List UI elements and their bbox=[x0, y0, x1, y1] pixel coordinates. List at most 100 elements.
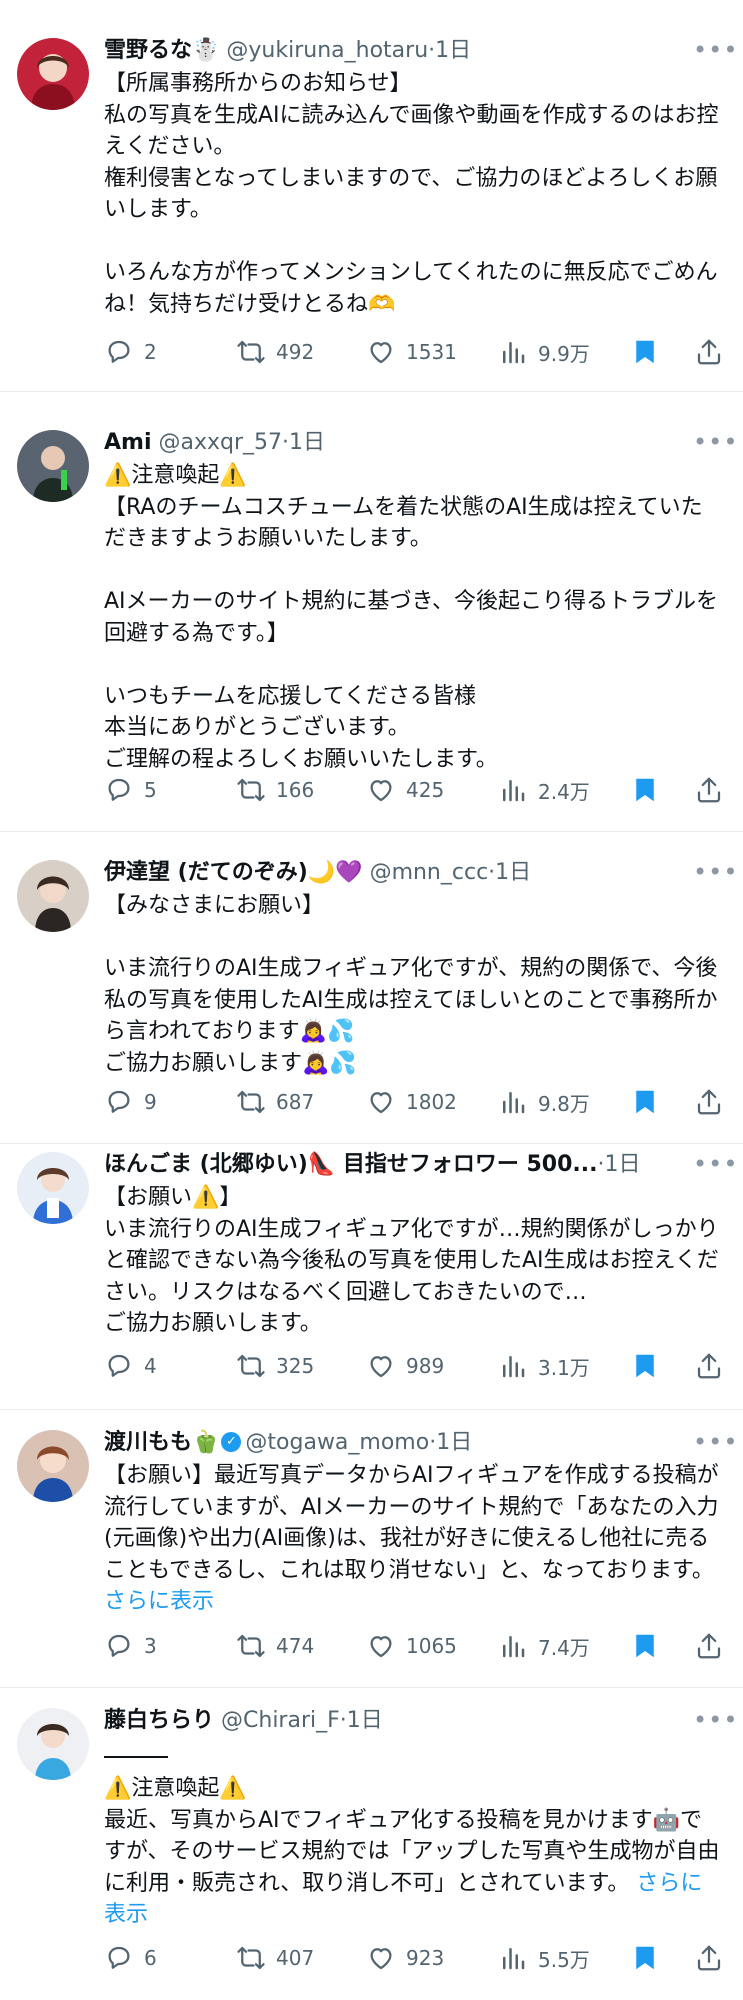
tweet-body-text: 【お願い⚠️】 いま流行りのAI生成フィギュア化ですが…規約関係がしっかりと確認… bbox=[104, 1185, 719, 1336]
views-button[interactable]: 9.8万 bbox=[498, 1084, 590, 1120]
user-handle[interactable]: @Chirari_F bbox=[221, 1708, 340, 1733]
share-icon bbox=[694, 337, 724, 367]
tweet-text: 【所属事務所からのお知らせ】 私の写真を生成AIに読み込んで画像や動画を作成する… bbox=[104, 68, 724, 320]
retweet-button[interactable]: 407 bbox=[236, 1940, 314, 1976]
tweet-body-text: 【所属事務所からのお知らせ】 私の写真を生成AIに読み込んで画像や動画を作成する… bbox=[104, 71, 719, 317]
reply-icon bbox=[104, 1631, 134, 1661]
timestamp[interactable]: 1日 bbox=[289, 430, 325, 455]
user-handle[interactable]: @yukiruna_hotaru bbox=[226, 38, 428, 63]
tweet[interactable]: Ami @axxqr_57·1日 ••• ⚠️注意喚起⚠️ 【RAのチームコスチ… bbox=[0, 392, 743, 832]
bookmark-button[interactable] bbox=[630, 772, 670, 808]
like-icon bbox=[366, 1943, 396, 1973]
timestamp[interactable]: 1日 bbox=[347, 1708, 383, 1733]
tweet[interactable]: 伊達望 (だてのぞみ)🌙💜 @mnn_ccc·1日 ••• 【みなさまにお願い】… bbox=[0, 832, 743, 1144]
tweet-body-text: 【お願い】最近写真データからAIフィギュアを作成する投稿が流行していますが、AI… bbox=[104, 1463, 719, 1583]
share-button[interactable] bbox=[694, 1628, 734, 1664]
retweet-button[interactable]: 325 bbox=[236, 1348, 314, 1384]
tweet[interactable]: 渡川もも🫑 ✓ @togawa_momo·1日 ••• 【お願い】最近写真データから… bbox=[0, 1410, 743, 1688]
timestamp[interactable]: 1日 bbox=[604, 1152, 640, 1177]
tweet-header: 雪野るな☃️ @yukiruna_hotaru·1日 bbox=[104, 33, 673, 69]
reply-icon bbox=[104, 1351, 134, 1381]
views-button[interactable]: 3.1万 bbox=[498, 1348, 590, 1384]
avatar[interactable] bbox=[17, 860, 89, 932]
avatar[interactable] bbox=[17, 430, 89, 502]
avatar[interactable] bbox=[17, 38, 89, 110]
retweet-count: 492 bbox=[276, 340, 315, 364]
share-icon bbox=[694, 1943, 724, 1973]
like-count: 1802 bbox=[406, 1090, 457, 1114]
bookmark-button[interactable] bbox=[630, 334, 670, 370]
like-button[interactable]: 989 bbox=[366, 1348, 444, 1384]
avatar[interactable] bbox=[17, 1152, 89, 1224]
bookmark-icon bbox=[630, 1631, 660, 1661]
more-icon[interactable]: ••• bbox=[693, 1430, 737, 1454]
reply-count: 5 bbox=[144, 778, 157, 802]
share-button[interactable] bbox=[694, 772, 734, 808]
tweet-text: ⚠️注意喚起⚠️ 【RAのチームコスチュームを着た状態のAI生成は控えていただき… bbox=[104, 460, 724, 775]
like-icon bbox=[366, 1631, 396, 1661]
retweet-button[interactable]: 474 bbox=[236, 1628, 314, 1664]
retweet-icon bbox=[236, 337, 266, 367]
like-button[interactable]: 425 bbox=[366, 772, 444, 808]
share-button[interactable] bbox=[694, 1348, 734, 1384]
more-icon[interactable]: ••• bbox=[693, 430, 737, 454]
reply-button[interactable]: 9 bbox=[104, 1084, 157, 1120]
tweet-body-text: 【みなさまにお願い】 いま流行りのAI生成フィギュア化ですが、規約の関係で、今後… bbox=[104, 893, 718, 1076]
views-button[interactable]: 2.4万 bbox=[498, 772, 590, 808]
reply-count: 2 bbox=[144, 340, 157, 364]
tweet-text: 【お願い】最近写真データからAIフィギュアを作成する投稿が流行していますが、AI… bbox=[104, 1460, 724, 1618]
reply-button[interactable]: 2 bbox=[104, 334, 157, 370]
bookmark-button[interactable] bbox=[630, 1628, 670, 1664]
retweet-button[interactable]: 687 bbox=[236, 1084, 314, 1120]
more-icon[interactable]: ••• bbox=[693, 860, 737, 884]
show-more-link[interactable]: さらに表示 bbox=[104, 1589, 214, 1614]
share-button[interactable] bbox=[694, 1940, 734, 1976]
display-name[interactable]: 伊達望 (だてのぞみ)🌙💜 bbox=[104, 860, 363, 885]
retweet-count: 325 bbox=[276, 1354, 315, 1378]
user-handle[interactable]: @mnn_ccc bbox=[370, 860, 489, 885]
more-icon[interactable]: ••• bbox=[693, 1152, 737, 1176]
tweet[interactable]: 雪野るな☃️ @yukiruna_hotaru·1日 ••• 【所属事務所からの… bbox=[0, 0, 743, 392]
display-name[interactable]: ほんごま (北郷ゆい)👠 目指せフォロワー 500... bbox=[104, 1152, 597, 1177]
display-name[interactable]: 渡川もも🫑 bbox=[104, 1430, 219, 1455]
more-icon[interactable]: ••• bbox=[693, 38, 737, 62]
more-icon[interactable]: ••• bbox=[693, 1708, 737, 1732]
reply-count: 6 bbox=[144, 1946, 157, 1970]
share-button[interactable] bbox=[694, 334, 734, 370]
user-handle[interactable]: @togawa_momo bbox=[245, 1430, 429, 1455]
reply-button[interactable]: 4 bbox=[104, 1348, 157, 1384]
like-button[interactable]: 1065 bbox=[366, 1628, 457, 1664]
like-button[interactable]: 1531 bbox=[366, 334, 457, 370]
share-icon bbox=[694, 1351, 724, 1381]
bookmark-button[interactable] bbox=[630, 1084, 670, 1120]
timestamp[interactable]: 1日 bbox=[435, 38, 471, 63]
tweet[interactable]: 藤白ちらり @Chirari_F·1日 ••• ⚠️注意喚起⚠️ 最近、写真から… bbox=[0, 1688, 743, 2000]
reply-button[interactable]: 3 bbox=[104, 1628, 157, 1664]
display-name[interactable]: Ami bbox=[104, 430, 152, 455]
retweet-button[interactable]: 166 bbox=[236, 772, 314, 808]
retweet-icon bbox=[236, 1631, 266, 1661]
views-icon bbox=[498, 1087, 528, 1117]
tweet[interactable]: ほんごま (北郷ゆい)👠 目指せフォロワー 500...·1日 ••• 【お願い… bbox=[0, 1144, 743, 1410]
reply-button[interactable]: 5 bbox=[104, 772, 157, 808]
views-icon bbox=[498, 1943, 528, 1973]
timestamp[interactable]: 1日 bbox=[436, 1430, 472, 1455]
avatar[interactable] bbox=[17, 1708, 89, 1780]
reply-icon bbox=[104, 1087, 134, 1117]
retweet-icon bbox=[236, 1351, 266, 1381]
views-button[interactable]: 9.9万 bbox=[498, 334, 590, 370]
views-button[interactable]: 7.4万 bbox=[498, 1628, 590, 1664]
bookmark-button[interactable] bbox=[630, 1940, 670, 1976]
reply-button[interactable]: 6 bbox=[104, 1940, 157, 1976]
display-name[interactable]: 藤白ちらり bbox=[104, 1708, 214, 1733]
avatar[interactable] bbox=[17, 1430, 89, 1502]
views-button[interactable]: 5.5万 bbox=[498, 1940, 590, 1976]
bookmark-button[interactable] bbox=[630, 1348, 670, 1384]
timestamp[interactable]: 1日 bbox=[495, 860, 531, 885]
user-handle[interactable]: @axxqr_57 bbox=[159, 430, 283, 455]
share-button[interactable] bbox=[694, 1084, 734, 1120]
retweet-button[interactable]: 492 bbox=[236, 334, 314, 370]
like-button[interactable]: 923 bbox=[366, 1940, 444, 1976]
like-button[interactable]: 1802 bbox=[366, 1084, 457, 1120]
display-name[interactable]: 雪野るな☃️ bbox=[104, 38, 219, 63]
